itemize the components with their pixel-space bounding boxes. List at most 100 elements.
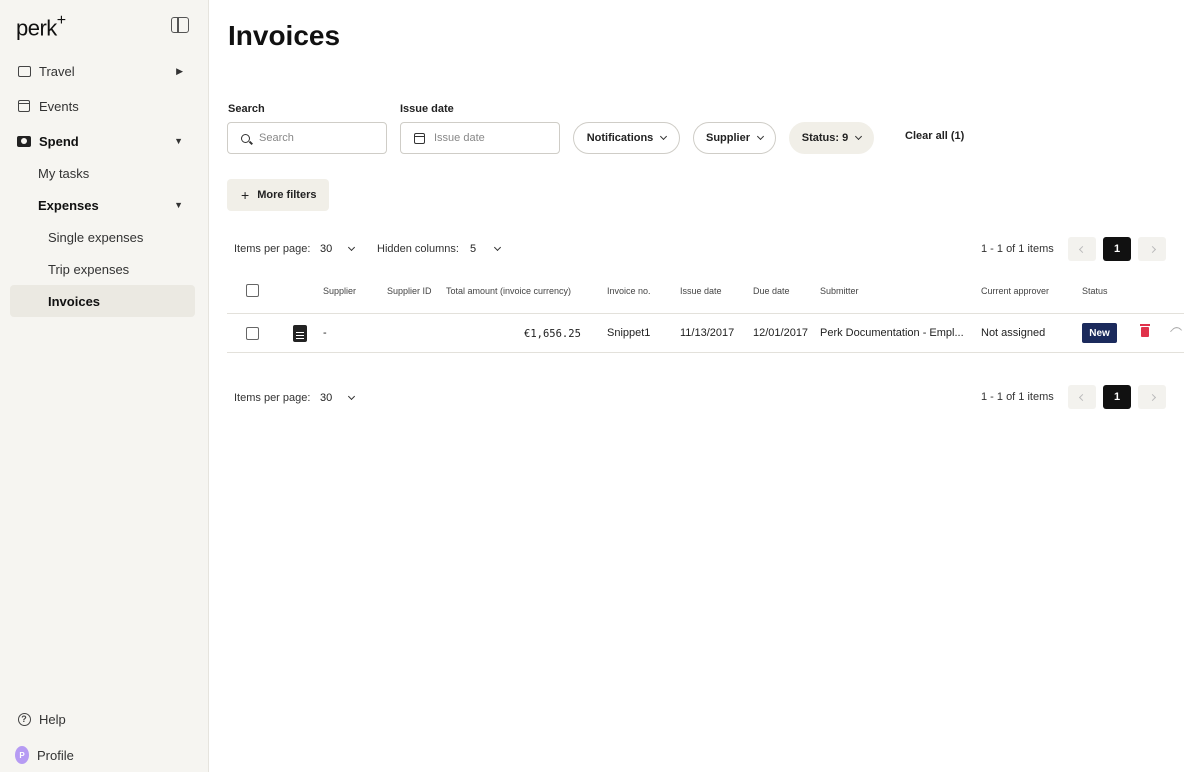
- chevron-down-icon: [756, 132, 765, 141]
- issue-date-label: Issue date: [400, 103, 454, 115]
- table-divider: [227, 313, 1184, 314]
- calendar-icon: [414, 132, 425, 144]
- notifications-filter[interactable]: Notifications: [573, 122, 680, 154]
- cell-supplier: -: [323, 327, 327, 339]
- page-1-button[interactable]: 1: [1103, 237, 1131, 261]
- supplier-filter[interactable]: Supplier: [693, 122, 776, 154]
- money-icon: [17, 134, 31, 148]
- chevron-down-icon: [855, 132, 863, 141]
- items-per-page-select[interactable]: 30: [320, 392, 332, 404]
- sidebar-collapse-icon[interactable]: [171, 17, 189, 33]
- sidebar-item-expenses[interactable]: Expenses ▼: [10, 189, 195, 221]
- calendar-icon: [17, 99, 31, 113]
- sidebar-item-my-tasks[interactable]: My tasks: [10, 157, 195, 189]
- column-header-current-approver[interactable]: Current approver: [981, 286, 1049, 296]
- chevron-left-icon: [1078, 393, 1086, 401]
- cell-submitter: Perk Documentation - Empl...: [820, 327, 964, 339]
- items-per-page-label: Items per page:: [234, 243, 311, 255]
- chevron-down-icon[interactable]: [493, 243, 502, 252]
- chevron-down-icon: [660, 132, 668, 141]
- trash-icon[interactable]: [1140, 324, 1150, 337]
- suitcase-icon: [17, 64, 31, 78]
- sidebar-item-label: Invoices: [48, 293, 101, 309]
- sidebar-item-label: Expenses: [38, 197, 99, 213]
- sidebar-item-profile[interactable]: P Profile: [10, 739, 195, 771]
- column-header-total-amount[interactable]: Total amount (invoice currency): [446, 286, 571, 296]
- prev-page-button[interactable]: [1068, 385, 1096, 409]
- chevron-right-icon: [1148, 245, 1156, 253]
- sidebar-item-label: Travel: [39, 63, 75, 79]
- issue-date-input[interactable]: Issue date: [400, 122, 560, 154]
- row-checkbox[interactable]: [246, 327, 259, 340]
- undo-icon[interactable]: [1169, 324, 1183, 338]
- sidebar-item-events[interactable]: Events: [10, 90, 195, 122]
- search-icon: [241, 133, 250, 143]
- table-divider: [227, 352, 1184, 353]
- caret-down-icon: ▼: [174, 200, 183, 210]
- range-text: 1 - 1 of 1 items: [981, 243, 1054, 255]
- logo-text: perk: [16, 15, 57, 41]
- column-header-supplier-id[interactable]: Supplier ID: [387, 286, 432, 296]
- more-filters-label: More filters: [257, 189, 317, 201]
- cell-invoice-no: Snippet1: [607, 327, 651, 339]
- prev-page-button[interactable]: [1068, 237, 1096, 261]
- sidebar-item-invoices[interactable]: Invoices: [10, 285, 195, 317]
- status-label: Status: 9: [801, 132, 849, 144]
- perk-logo[interactable]: perk+: [16, 12, 66, 41]
- logo-plus: +: [56, 12, 66, 29]
- search-input[interactable]: Search: [227, 122, 387, 154]
- status-filter[interactable]: Status: 9: [789, 122, 874, 154]
- hidden-columns-select[interactable]: 5: [470, 243, 476, 255]
- sidebar-item-label: Trip expenses: [48, 261, 130, 277]
- chevron-down-icon[interactable]: [347, 392, 356, 401]
- status-badge: New: [1082, 323, 1117, 343]
- more-filters-button[interactable]: + More filters: [227, 179, 329, 211]
- page-title: Invoices: [228, 20, 341, 51]
- help-icon: ?: [17, 712, 31, 726]
- column-header-due-date[interactable]: Due date: [753, 286, 790, 296]
- items-per-page-select[interactable]: 30: [320, 243, 332, 255]
- avatar: P: [15, 746, 29, 764]
- column-header-submitter[interactable]: Submitter: [820, 286, 859, 296]
- chevron-left-icon: [1078, 245, 1086, 253]
- sidebar-item-single-expenses[interactable]: Single expenses: [10, 221, 195, 253]
- sidebar-item-travel[interactable]: Travel ▶: [10, 55, 195, 87]
- caret-down-icon: ▼: [174, 136, 183, 146]
- sidebar-item-label: Profile: [37, 747, 74, 763]
- sidebar: perk+ Travel ▶ Events Spend ▼ My tasks E…: [0, 0, 209, 772]
- sidebar-item-trip-expenses[interactable]: Trip expenses: [10, 253, 195, 285]
- supplier-label: Supplier: [705, 132, 750, 144]
- hidden-columns-label: Hidden columns:: [377, 243, 459, 255]
- next-page-button[interactable]: [1138, 237, 1166, 261]
- plus-icon: +: [241, 187, 250, 203]
- sidebar-item-spend[interactable]: Spend ▼: [10, 125, 195, 157]
- column-header-supplier[interactable]: Supplier: [323, 286, 356, 296]
- select-all-checkbox[interactable]: [246, 284, 259, 297]
- column-header-issue-date[interactable]: Issue date: [680, 286, 722, 296]
- caret-right-icon: ▶: [176, 65, 183, 76]
- chevron-right-icon: [1148, 393, 1156, 401]
- cell-total-amount: €1,656.25: [524, 328, 581, 340]
- cell-issue-date: 11/13/2017: [680, 327, 735, 339]
- next-page-button[interactable]: [1138, 385, 1166, 409]
- page-1-button[interactable]: 1: [1103, 385, 1131, 409]
- cell-current-approver: Not assigned: [981, 327, 1046, 339]
- column-header-status[interactable]: Status: [1082, 286, 1108, 296]
- sidebar-item-label: My tasks: [38, 165, 90, 181]
- chevron-down-icon[interactable]: [347, 243, 356, 252]
- search-placeholder: Search: [259, 132, 294, 144]
- avatar-initial: P: [15, 746, 29, 764]
- range-text: 1 - 1 of 1 items: [981, 391, 1054, 403]
- sidebar-item-label: Spend: [39, 133, 79, 149]
- column-header-invoice-no[interactable]: Invoice no.: [607, 286, 651, 296]
- issue-date-placeholder: Issue date: [434, 132, 485, 144]
- clear-all-button[interactable]: Clear all (1): [905, 130, 964, 142]
- sidebar-item-help[interactable]: ? Help: [10, 703, 195, 735]
- sidebar-item-label: Single expenses: [48, 229, 144, 245]
- sidebar-item-label: Help: [39, 711, 66, 727]
- notifications-label: Notifications: [586, 132, 654, 144]
- items-per-page-label: Items per page:: [234, 392, 311, 404]
- document-icon[interactable]: [293, 325, 307, 342]
- sidebar-item-label: Events: [39, 98, 79, 114]
- cell-due-date: 12/01/2017: [753, 327, 809, 339]
